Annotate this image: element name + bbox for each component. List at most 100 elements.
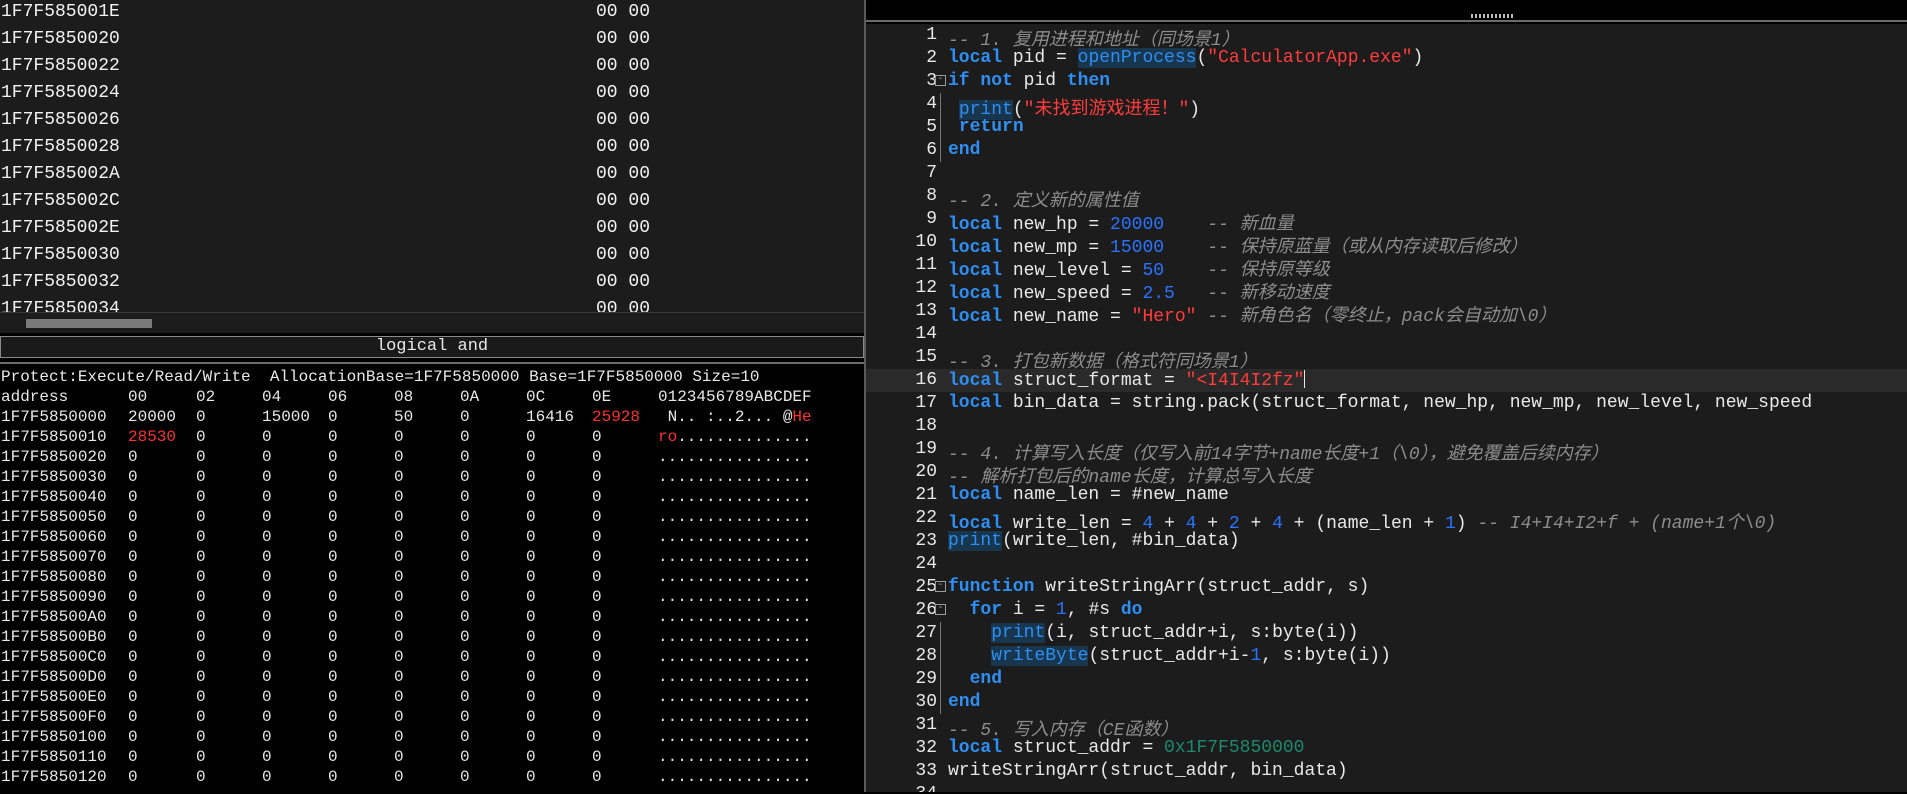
address-list[interactable]: 1F7F585001E 00 00 1F7F5850020 00 00 1F7F5850… bbox=[0, 0, 864, 312]
hex-cell[interactable]: 0 bbox=[394, 768, 404, 786]
hex-cell[interactable]: 0 bbox=[328, 668, 338, 686]
hex-cell[interactable]: 0 bbox=[128, 668, 138, 686]
hex-cell[interactable]: 0 bbox=[196, 488, 206, 506]
hex-cell[interactable]: 0 bbox=[128, 528, 138, 546]
code-text[interactable]: end bbox=[948, 140, 980, 160]
hex-row[interactable]: 1F7F58500F0 0 0 0 0 0 0 0 0................ bbox=[0, 708, 864, 728]
code-text[interactable]: local pid = openProcess("CalculatorApp.e… bbox=[948, 48, 1423, 68]
hex-row[interactable]: 1F7F58500C0 0 0 0 0 0 0 0 0................ bbox=[0, 648, 864, 668]
fold-toggle-icon[interactable]: - bbox=[935, 604, 946, 615]
hex-cell[interactable]: 0 bbox=[526, 768, 536, 786]
hex-cell[interactable]: 0 bbox=[460, 628, 470, 646]
hex-cell[interactable]: 0 bbox=[262, 668, 272, 686]
hex-cell[interactable]: 0 bbox=[196, 708, 206, 726]
code-line[interactable]: 25- function writeStringArr(struct_addr, … bbox=[866, 576, 1907, 599]
code-line[interactable]: 21 local name_len = #new_name bbox=[866, 484, 1907, 507]
hex-cell[interactable]: 0 bbox=[262, 588, 272, 606]
hex-cell[interactable]: 0 bbox=[394, 488, 404, 506]
hex-cell[interactable]: 0 bbox=[328, 428, 338, 446]
hex-row[interactable]: 1F7F58500E0 0 0 0 0 0 0 0 0................ bbox=[0, 688, 864, 708]
address-row[interactable]: 1F7F5850024 00 00 bbox=[0, 81, 864, 108]
hex-cell[interactable]: 0 bbox=[460, 748, 470, 766]
hex-cell[interactable]: 0 bbox=[128, 488, 138, 506]
hex-cell[interactable]: 0 bbox=[196, 728, 206, 746]
hex-cell[interactable]: 0 bbox=[328, 568, 338, 586]
hex-cell[interactable]: 0 bbox=[394, 668, 404, 686]
code-line[interactable]: 9 local new_hp = 20000 -- 新血量 bbox=[866, 208, 1907, 235]
hex-cell[interactable]: 0 bbox=[394, 448, 404, 466]
hex-cell[interactable]: 50 bbox=[394, 408, 413, 426]
hex-cell[interactable]: 0 bbox=[394, 508, 404, 526]
code-line[interactable]: 16 local struct_format = "<I4I4I2fz" bbox=[866, 369, 1907, 392]
hex-cell[interactable]: 0 bbox=[196, 448, 206, 466]
hex-cell[interactable]: 0 bbox=[526, 728, 536, 746]
hex-cell[interactable]: 0 bbox=[592, 528, 602, 546]
hex-cell[interactable]: 0 bbox=[460, 548, 470, 566]
code-line[interactable]: 11 local new_level = 50 -- 保持原等级 bbox=[866, 254, 1907, 281]
hex-cell[interactable]: 0 bbox=[460, 708, 470, 726]
code-line[interactable]: 26- for i = 1, #s do bbox=[866, 599, 1907, 622]
hex-cell[interactable]: 0 bbox=[128, 448, 138, 466]
hex-cell[interactable]: 0 bbox=[592, 508, 602, 526]
hex-cell[interactable]: 0 bbox=[394, 548, 404, 566]
hex-cell[interactable]: 0 bbox=[128, 628, 138, 646]
hex-cell[interactable]: 0 bbox=[592, 688, 602, 706]
hex-cell[interactable]: 0 bbox=[526, 588, 536, 606]
hex-cell[interactable]: 0 bbox=[526, 508, 536, 526]
code-line[interactable]: 32 local struct_addr = 0x1F7F5850000 bbox=[866, 737, 1907, 760]
code-text[interactable]: end bbox=[948, 692, 980, 712]
logical-filter-bar[interactable]: logical and bbox=[0, 336, 864, 358]
hex-cell[interactable]: 0 bbox=[592, 588, 602, 606]
hex-cell[interactable]: 0 bbox=[196, 548, 206, 566]
hex-cell[interactable]: 0 bbox=[460, 488, 470, 506]
code-text[interactable]: print(i, struct_addr+i, s:byte(i)) bbox=[948, 623, 1359, 643]
hex-cell[interactable]: 0 bbox=[128, 708, 138, 726]
hex-cell[interactable]: 0 bbox=[262, 488, 272, 506]
hex-cell[interactable]: 0 bbox=[328, 628, 338, 646]
hex-cell[interactable]: 0 bbox=[196, 568, 206, 586]
hex-cell[interactable]: 28530 bbox=[128, 428, 176, 446]
hex-cell[interactable]: 0 bbox=[328, 588, 338, 606]
hex-cell[interactable]: 0 bbox=[526, 668, 536, 686]
hex-cell[interactable]: 0 bbox=[328, 768, 338, 786]
hex-cell[interactable]: 0 bbox=[460, 448, 470, 466]
hex-cell[interactable]: 0 bbox=[128, 568, 138, 586]
hex-cell[interactable]: 0 bbox=[526, 468, 536, 486]
address-row[interactable]: 1F7F585002C 00 00 bbox=[0, 189, 864, 216]
hex-cell[interactable]: 0 bbox=[262, 648, 272, 666]
hex-cell[interactable]: 0 bbox=[460, 768, 470, 786]
hex-cell[interactable]: 0 bbox=[262, 608, 272, 626]
hex-cell[interactable]: 0 bbox=[526, 568, 536, 586]
hex-cell[interactable]: 0 bbox=[328, 688, 338, 706]
hex-cell[interactable]: 0 bbox=[262, 548, 272, 566]
hex-row[interactable]: 1F7F5850100 0 0 0 0 0 0 0 0................ bbox=[0, 728, 864, 748]
hex-cell[interactable]: 0 bbox=[128, 588, 138, 606]
code-text[interactable]: writeByte(struct_addr+i-1, s:byte(i)) bbox=[948, 646, 1391, 666]
hex-cell[interactable]: 0 bbox=[460, 608, 470, 626]
hex-cell[interactable]: 0 bbox=[328, 728, 338, 746]
hex-row[interactable]: 1F7F58500B0 0 0 0 0 0 0 0 0................ bbox=[0, 628, 864, 648]
hex-cell[interactable]: 0 bbox=[128, 468, 138, 486]
hex-cell[interactable]: 0 bbox=[196, 768, 206, 786]
code-line[interactable]: 5 return bbox=[866, 116, 1907, 139]
hex-cell[interactable]: 0 bbox=[394, 708, 404, 726]
hex-cell[interactable]: 0 bbox=[328, 448, 338, 466]
hex-cell[interactable]: 0 bbox=[526, 528, 536, 546]
hex-row[interactable]: 1F7F5850000 20000 0 15000 0 50 0 16416 25928 N..… bbox=[0, 408, 864, 428]
hex-cell[interactable]: 0 bbox=[592, 728, 602, 746]
lua-script-editor[interactable]: 1 -- 1. 复用进程和地址（同场景1） 2 local pid = openPro… bbox=[866, 24, 1907, 792]
hex-cell[interactable]: 0 bbox=[328, 408, 338, 426]
hex-cell[interactable]: 0 bbox=[328, 508, 338, 526]
fold-toggle-icon[interactable]: - bbox=[935, 75, 946, 86]
code-text[interactable]: return bbox=[948, 117, 1024, 137]
hex-cell[interactable]: 0 bbox=[592, 448, 602, 466]
splitter-grip-icon[interactable] bbox=[1471, 14, 1515, 18]
hex-cell[interactable]: 0 bbox=[526, 708, 536, 726]
hex-cell[interactable]: 0 bbox=[328, 468, 338, 486]
hex-row[interactable]: 1F7F5850020 0 0 0 0 0 0 0 0................ bbox=[0, 448, 864, 468]
hex-cell[interactable]: 0 bbox=[460, 408, 470, 426]
hex-cell[interactable]: 0 bbox=[592, 488, 602, 506]
address-row[interactable]: 1F7F5850028 00 00 bbox=[0, 135, 864, 162]
hex-cell[interactable]: 0 bbox=[592, 468, 602, 486]
hex-cell[interactable]: 0 bbox=[394, 688, 404, 706]
